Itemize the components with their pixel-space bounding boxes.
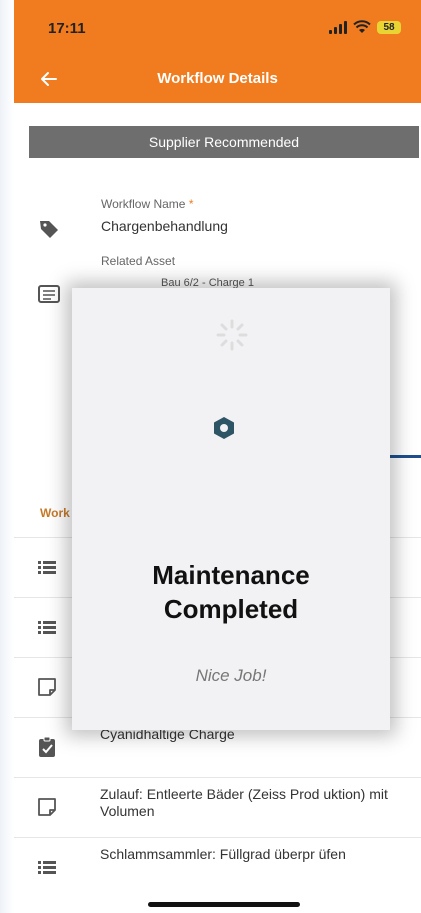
list-icon <box>38 561 56 574</box>
app-logo-icon <box>214 417 234 439</box>
dialog-title: Maintenance Completed <box>152 560 310 624</box>
dialog-subtitle: Nice Job! <box>195 666 267 685</box>
workflow-name-label: Workflow Name * <box>101 197 193 211</box>
workflow-name-label-text: Workflow Name <box>101 197 186 211</box>
clipboard-check-icon <box>39 736 55 757</box>
status-time: 17:11 <box>48 20 86 37</box>
list-item[interactable]: Schlammsammler: Füllgrad überpr üfen <box>14 837 421 896</box>
left-edge-background <box>0 0 14 913</box>
note-icon <box>38 798 56 816</box>
list-icon <box>38 621 56 634</box>
list-item-label: Zulauf: Entleerte Bäder (Zeiss Prod ukti… <box>100 786 388 819</box>
workflow-section-label: Work <box>40 506 70 520</box>
workflow-name-row: Workflow Name * Chargenbehandlung <box>29 195 419 245</box>
related-asset-label: Related Asset <box>101 254 176 268</box>
status-bar: 17:11 58 <box>14 0 421 56</box>
workflow-name-value: Chargenbehandlung <box>101 218 228 234</box>
maintenance-completed-dialog: Maintenance Completed Nice Job! <box>72 288 390 730</box>
list-item[interactable]: Zulauf: Entleerte Bäder (Zeiss Prod ukti… <box>14 777 421 836</box>
wifi-icon <box>353 20 371 33</box>
list-icon <box>38 861 56 874</box>
page-title: Workflow Details <box>157 70 278 87</box>
tag-icon <box>40 221 58 238</box>
note-icon <box>38 678 56 696</box>
required-marker: * <box>188 197 194 211</box>
nav-bar: Workflow Details <box>14 56 421 103</box>
list-box-icon <box>38 285 60 303</box>
app-header: 17:11 58 Workflow Details <box>14 0 421 103</box>
list-item-label: Schlammsammler: Füllgrad überpr üfen <box>100 846 346 862</box>
supplier-recommended-banner: Supplier Recommended <box>29 126 419 158</box>
battery-icon: 58 <box>377 20 401 34</box>
signal-icon <box>329 20 347 34</box>
loading-spinner-icon <box>216 319 248 351</box>
home-indicator[interactable] <box>148 902 300 907</box>
related-asset-row: Related Asset Bau 6/2 - Charge 1 <box>29 252 419 303</box>
status-icons: 58 <box>329 20 401 34</box>
progress-line <box>386 455 421 458</box>
